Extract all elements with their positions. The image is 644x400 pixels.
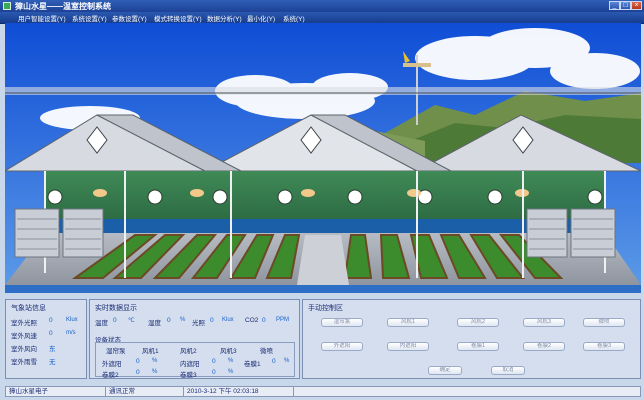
weather-station-panel: 气象站信息 室外光照 0 Klux 室外风速 0 m/s 室外风向 东 室外雨雪… (5, 299, 87, 379)
realtime-data-title: 实时数据显示 (95, 305, 137, 312)
manual-inner-shade-button[interactable]: 内遮阳 (387, 342, 429, 351)
outer-shade-unit: % (152, 358, 158, 364)
outer-shade-value: 0 (136, 358, 140, 365)
maximize-button[interactable]: □ (620, 1, 631, 10)
menu-minimize[interactable]: 最小化(Y) (247, 13, 275, 23)
light-label: 光照 (192, 320, 205, 327)
humidity-value: 0 (167, 317, 171, 324)
inner-shade-unit: % (228, 358, 234, 364)
humidity-label: 湿度 (148, 320, 161, 327)
roll-film2-label: 卷膜2 (102, 372, 119, 379)
app-icon (3, 2, 11, 10)
outdoor-light-unit: Klux (66, 317, 78, 323)
outdoor-wind-direction-value: 东 (49, 346, 56, 353)
manual-mist-button[interactable]: 微喷 (583, 318, 625, 327)
manual-fan2-button[interactable]: 风机2 (457, 318, 499, 327)
outdoor-light-label: 室外光照 (11, 320, 37, 327)
light-unit: Klux (222, 317, 234, 323)
menu-system-settings[interactable]: 系统设置(Y) (72, 13, 107, 23)
outdoor-wind-speed-unit: m/s (66, 330, 76, 336)
manual-roll-film1-button[interactable]: 卷膜1 (457, 342, 499, 351)
device-header-pad-pump: 湿帘泵 (106, 348, 126, 355)
menu-mode-settings[interactable]: 模式转换设置(Y) (154, 13, 202, 23)
roll-film1-value: 0 (272, 358, 276, 365)
roll-film1-label: 卷膜1 (244, 361, 261, 368)
roll-film3-unit: % (228, 369, 234, 375)
co2-value: 0 (262, 317, 266, 324)
light-value: 0 (210, 317, 214, 324)
device-header-fan1: 风机1 (142, 348, 159, 355)
co2-label: CO2 (245, 317, 259, 324)
outdoor-wind-speed-value: 0 (49, 330, 53, 337)
status-datetime: 2010-3-12 下午 02:03:18 (184, 387, 294, 396)
co2-unit: PPM (276, 317, 290, 323)
confirm-button[interactable]: 确定 (428, 366, 462, 375)
inner-shade-label: 内遮阳 (180, 361, 200, 368)
roll-film1-unit: % (284, 358, 290, 364)
outdoor-light-value: 0 (49, 317, 53, 324)
roll-film2-value: 0 (136, 369, 140, 376)
manual-fan1-button[interactable]: 风机1 (387, 318, 429, 327)
realtime-data-panel: 实时数据显示 温度 0 ℃ 湿度 0 % 光照 0 Klux CO2 0 PPM… (89, 299, 300, 379)
menu-data-analysis[interactable]: 数据分析(Y) (207, 13, 242, 23)
greenhouse-illustration (5, 23, 641, 293)
humidity-unit: % (180, 317, 186, 323)
status-company: 獐山水星电子 (6, 387, 106, 396)
manual-control-title: 手动控制区 (308, 305, 343, 312)
window-title: 獐山水星——温室控制系统 (15, 2, 111, 11)
roll-film2-unit: % (152, 369, 158, 375)
manual-pad-pump-button[interactable]: 湿帘泵 (321, 318, 363, 327)
manual-roll-film3-button[interactable]: 卷膜3 (583, 342, 625, 351)
weather-station-title: 气象站信息 (11, 305, 46, 312)
outdoor-wind-speed-label: 室外风速 (11, 333, 37, 340)
cancel-button[interactable]: 取消 (491, 366, 525, 375)
close-button[interactable]: × (631, 1, 642, 10)
roll-film3-label: 卷膜3 (180, 372, 197, 379)
roll-film3-value: 0 (212, 369, 216, 376)
menu-user-settings[interactable]: 用户智能设置(Y) (18, 13, 66, 23)
menu-system[interactable]: 系统(Y) (283, 13, 305, 23)
temperature-label: 温度 (95, 320, 108, 327)
device-header-fan2: 风机2 (180, 348, 197, 355)
outdoor-wind-direction-label: 室外风向 (11, 346, 37, 353)
menu-parameter-settings[interactable]: 参数设置(Y) (112, 13, 147, 23)
outdoor-rain-snow-label: 室外雨雪 (11, 359, 37, 366)
manual-control-panel: 手动控制区 湿帘泵 风机1 风机2 风机3 微喷 外遮阳 内遮阳 卷膜1 卷膜2… (302, 299, 641, 379)
temperature-unit: ℃ (128, 318, 135, 324)
temperature-value: 0 (113, 317, 117, 324)
outdoor-rain-snow-value: 无 (49, 359, 56, 366)
device-header-mist: 微喷 (260, 348, 273, 355)
inner-shade-value: 0 (212, 358, 216, 365)
manual-fan3-button[interactable]: 风机3 (523, 318, 565, 327)
greenhouse-scene (5, 23, 641, 293)
manual-outer-shade-button[interactable]: 外遮阳 (321, 342, 363, 351)
status-communication: 通讯正常 (106, 387, 184, 396)
outer-shade-label: 外遮阳 (102, 361, 122, 368)
status-bar: 獐山水星电子 通讯正常 2010-3-12 下午 02:03:18 (5, 386, 641, 397)
manual-roll-film2-button[interactable]: 卷膜2 (523, 342, 565, 351)
device-header-fan3: 风机3 (220, 348, 237, 355)
minimize-button[interactable]: _ (609, 1, 620, 10)
